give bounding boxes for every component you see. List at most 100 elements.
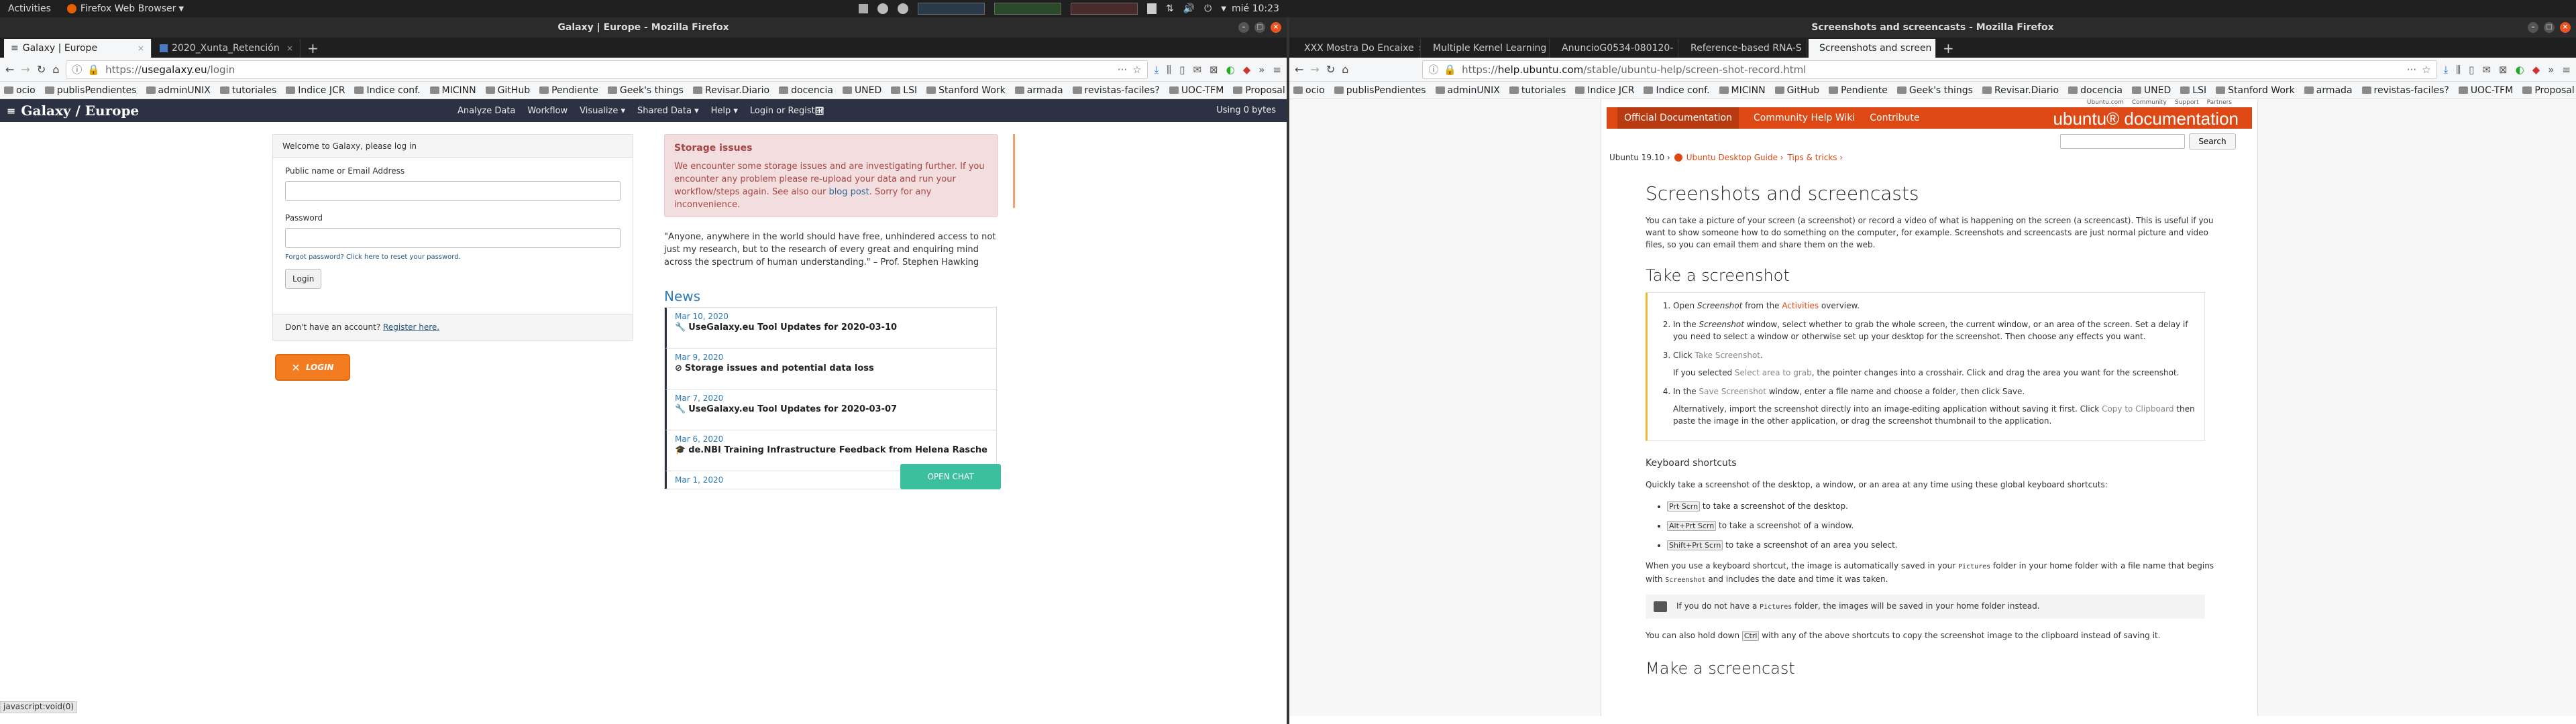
ubuntu-nav-item[interactable]: Community Help Wiki: [1754, 107, 1855, 129]
extension-icon[interactable]: ◐: [2516, 64, 2524, 76]
bookmark-folder[interactable]: tutoriales: [1509, 85, 1566, 96]
galaxy-nav-item[interactable]: Shared Data ▾: [637, 106, 699, 116]
bookmark-folder[interactable]: Indice conf.: [1644, 85, 1710, 96]
library-icon[interactable]: ⫼: [1167, 64, 1171, 76]
extension-icon[interactable]: ⊠: [1210, 64, 1218, 76]
activities-button[interactable]: Activities: [8, 3, 51, 14]
close-tab-icon[interactable]: ×: [1806, 44, 1807, 53]
bookmark-folder[interactable]: Revisar.Diario: [692, 85, 769, 96]
bookmark-folder[interactable]: UOC-TFM: [2458, 85, 2513, 96]
news-item[interactable]: Mar 9, 2020 ⊘ Storage issues and potential…: [665, 349, 996, 389]
search-button[interactable]: Search: [2189, 133, 2236, 149]
tab-2[interactable]: AnuncioG0534-080120-×: [1551, 39, 1678, 58]
apps-grid-icon[interactable]: ⊞: [814, 104, 824, 118]
bookmark-folder[interactable]: armada: [2304, 85, 2353, 96]
tab-3[interactable]: Reference-based RNA-S×: [1680, 39, 1807, 58]
extension-icon[interactable]: ◆: [1243, 64, 1251, 76]
panel-divider[interactable]: [1013, 134, 1015, 208]
home-icon[interactable]: ⌂: [52, 63, 59, 76]
bookmark-folder[interactable]: MICINN: [1719, 85, 1766, 96]
tab-1[interactable]: Multiple Kernel Learning×: [1422, 39, 1550, 58]
bookmark-folder[interactable]: ocio: [4, 85, 36, 96]
clock[interactable]: mié 10:23: [1232, 3, 1279, 14]
volume-icon[interactable]: 🔊: [1183, 3, 1195, 14]
tab-xunta[interactable]: 2020_Xunta_Retención ×: [153, 39, 301, 58]
menu-icon[interactable]: ≡: [2562, 64, 2571, 76]
extension-icon[interactable]: ✉: [1193, 64, 1201, 76]
crumb-guide[interactable]: Ubuntu Desktop Guide ›: [1686, 153, 1784, 162]
bookmark-folder[interactable]: Pendiente: [539, 85, 598, 96]
new-tab-button[interactable]: +: [302, 39, 324, 58]
close-tab-icon[interactable]: ×: [286, 44, 293, 53]
extension-icon[interactable]: ✉: [2482, 64, 2491, 76]
overflow-icon[interactable]: »: [2548, 64, 2554, 76]
galaxy-nav-item[interactable]: Visualize ▾: [580, 106, 625, 116]
bookmark-folder[interactable]: UOC-TFM: [1169, 85, 1224, 96]
maximize-icon[interactable]: □: [2544, 22, 2555, 33]
close-icon[interactable]: ×: [1271, 22, 1281, 33]
close-tab-icon[interactable]: ×: [1418, 44, 1420, 53]
minimize-icon[interactable]: –: [1238, 22, 1249, 33]
bookmark-folder[interactable]: Indice JCR: [286, 85, 345, 96]
bookmark-folder[interactable]: publisPendientes: [44, 85, 137, 96]
app-indicator-icon[interactable]: [898, 3, 908, 14]
bookmark-folder[interactable]: Indice conf.: [354, 85, 421, 96]
minimize-icon[interactable]: –: [2528, 22, 2538, 33]
library-icon[interactable]: ⫼: [2456, 64, 2461, 76]
news-title-link[interactable]: UseGalaxy.eu Tool Updates for 2020-03-10: [688, 322, 897, 333]
sidebar-icon[interactable]: ▯: [1179, 64, 1185, 76]
reset-password-link[interactable]: Click here to reset your password.: [346, 253, 461, 261]
bookmark-folder[interactable]: Geek's things: [607, 85, 684, 96]
info-icon[interactable]: ⓘ: [1428, 62, 1438, 76]
bookmark-folder[interactable]: Indice JCR: [1575, 85, 1634, 96]
download-icon[interactable]: ⤓: [2444, 64, 2449, 76]
ubuntu-nav-item[interactable]: Official Documentation: [1617, 107, 1739, 129]
bookmark-folder[interactable]: Stanford Work: [926, 85, 1006, 96]
forward-icon[interactable]: →: [1310, 63, 1319, 76]
url-bar[interactable]: ⓘ 🔒 https://usegalaxy.eu/login ··· ☆: [66, 60, 1148, 79]
maximize-icon[interactable]: □: [1254, 22, 1265, 33]
app-indicator-icon[interactable]: [877, 3, 888, 14]
bookmark-folder[interactable]: Proposal: [1233, 85, 1285, 96]
bookmark-folder[interactable]: Proposal: [2522, 85, 2575, 96]
reload-icon[interactable]: ↻: [37, 63, 46, 76]
galaxy-nav-item[interactable]: Help ▾: [711, 106, 738, 116]
forward-icon[interactable]: →: [21, 63, 30, 76]
bookmark-folder[interactable]: docencia: [779, 85, 833, 96]
top-link[interactable]: Partners: [2207, 99, 2232, 107]
bookmark-folder[interactable]: adminUNIX: [146, 85, 211, 96]
close-icon[interactable]: ×: [2560, 22, 2571, 33]
extension-icon[interactable]: ◐: [1226, 64, 1235, 76]
ubuntu-nav-item[interactable]: Contribute: [1870, 107, 1919, 129]
new-tab-button[interactable]: +: [1937, 39, 1960, 58]
blog-post-link[interactable]: blog post: [828, 187, 869, 197]
tab-0[interactable]: XXX Mostra Do Encaixe×: [1293, 39, 1421, 58]
bookmark-folder[interactable]: Revisar.Diario: [1982, 85, 2059, 96]
gui-term[interactable]: Activities: [1782, 301, 1819, 310]
network-icon[interactable]: ⇅: [1166, 3, 1174, 14]
window-titlebar[interactable]: Galaxy | Europe - Mozilla Firefox – □ ×: [0, 17, 1287, 38]
bookmark-folder[interactable]: revistas-faciles?: [1072, 85, 1160, 96]
home-icon[interactable]: ⌂: [1342, 63, 1348, 76]
bookmark-folder[interactable]: ocio: [1293, 85, 1325, 96]
bookmark-folder[interactable]: revistas-faciles?: [2361, 85, 2449, 96]
search-input[interactable]: [2060, 134, 2185, 149]
notes-icon[interactable]: [1147, 3, 1157, 14]
info-icon[interactable]: ⓘ: [72, 62, 82, 76]
top-link[interactable]: Ubuntu.com: [2087, 99, 2124, 107]
app-menu[interactable]: Firefox Web Browser: [80, 3, 176, 14]
bookmark-folder[interactable]: Stanford Work: [2216, 85, 2295, 96]
tab-4[interactable]: Screenshots and screen×: [1809, 39, 1936, 58]
galaxy-nav-item[interactable]: Workflow: [527, 106, 568, 116]
open-chat-button[interactable]: OPEN CHAT: [900, 464, 1001, 489]
bookmark-folder[interactable]: UNED: [842, 85, 881, 96]
sidebar-icon[interactable]: ▯: [2469, 64, 2474, 76]
elixir-login-button[interactable]: ✕ LOGIN: [275, 354, 350, 381]
top-link[interactable]: Support: [2175, 99, 2199, 107]
dropbox-icon[interactable]: [859, 4, 868, 13]
ubuntu-logo[interactable]: ubuntu® documentation: [2053, 109, 2239, 129]
back-icon[interactable]: ←: [1295, 63, 1303, 76]
power-icon[interactable]: ⏻: [1204, 3, 1212, 14]
page-actions-icon[interactable]: ···: [2407, 64, 2416, 76]
bookmark-folder[interactable]: adminUNIX: [1435, 85, 1500, 96]
